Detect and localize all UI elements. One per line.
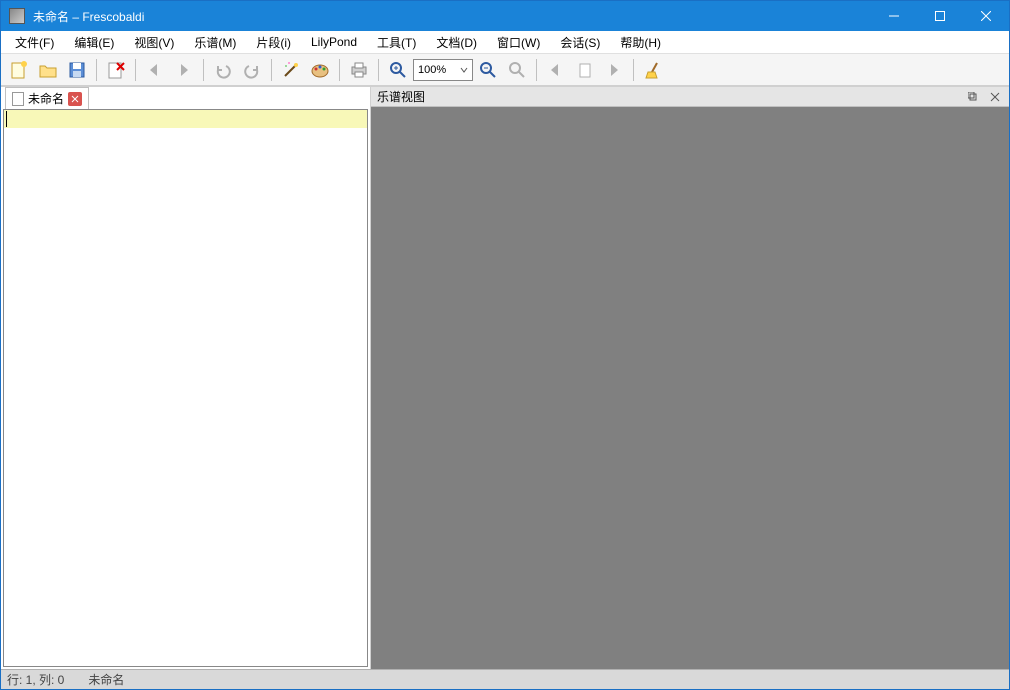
close-icon <box>71 95 79 103</box>
app-window: 未命名 – Frescobaldi 文件(F) 编辑(E) 视图(V) 乐谱(M… <box>0 0 1010 690</box>
open-button[interactable] <box>34 56 62 84</box>
undo-icon <box>214 61 232 79</box>
arrow-right-icon <box>605 61 623 79</box>
menu-session[interactable]: 会话(S) <box>550 31 610 54</box>
zoom-combo[interactable]: 100% <box>413 59 473 81</box>
undo-button[interactable] <box>209 56 237 84</box>
tab-close-button[interactable] <box>68 92 82 106</box>
page-icon <box>576 61 594 79</box>
arrow-right-icon <box>175 61 193 79</box>
open-folder-icon <box>38 60 58 80</box>
app-icon <box>9 8 25 24</box>
close-pane-button[interactable] <box>987 89 1003 105</box>
magnifier-icon <box>507 60 527 80</box>
text-cursor <box>6 111 7 127</box>
maximize-icon <box>935 11 945 21</box>
redo-icon <box>243 61 261 79</box>
engrave-button[interactable] <box>306 56 334 84</box>
separator <box>135 59 136 81</box>
minimize-button[interactable] <box>871 1 917 31</box>
new-button[interactable] <box>5 56 33 84</box>
arrow-left-icon <box>547 61 565 79</box>
close-icon <box>990 92 1000 102</box>
close-doc-button[interactable] <box>102 56 130 84</box>
menu-document[interactable]: 文档(D) <box>426 31 487 54</box>
zoom-in-icon <box>388 60 408 80</box>
palette-icon <box>310 60 330 80</box>
redo-button[interactable] <box>238 56 266 84</box>
menu-snippet[interactable]: 片段(i) <box>246 31 301 54</box>
undock-button[interactable] <box>965 89 981 105</box>
score-pane-header: 乐谱视图 <box>371 87 1009 107</box>
wand-icon <box>281 60 301 80</box>
close-doc-icon <box>106 60 126 80</box>
document-icon <box>12 92 24 106</box>
clear-button[interactable] <box>639 56 667 84</box>
tab-label: 未命名 <box>28 90 64 107</box>
menu-view[interactable]: 视图(V) <box>124 31 184 54</box>
page-nav-button[interactable] <box>571 56 599 84</box>
save-button[interactable] <box>63 56 91 84</box>
minimize-icon <box>889 11 899 21</box>
maximize-button[interactable] <box>917 1 963 31</box>
window-controls <box>871 1 1009 31</box>
score-pane: 乐谱视图 <box>371 87 1009 669</box>
zoom-value: 100% <box>418 64 446 76</box>
editor-pane: 未命名 <box>1 87 371 669</box>
broom-icon <box>643 60 663 80</box>
menu-file[interactable]: 文件(F) <box>5 31 64 54</box>
separator <box>203 59 204 81</box>
separator <box>633 59 634 81</box>
zoom-out-icon <box>478 60 498 80</box>
separator <box>339 59 340 81</box>
titlebar[interactable]: 未命名 – Frescobaldi <box>1 1 1009 31</box>
score-view[interactable] <box>371 107 1009 669</box>
editor-tab[interactable]: 未命名 <box>5 87 89 109</box>
zoom-in-button[interactable] <box>384 56 412 84</box>
zoom-out-button[interactable] <box>474 56 502 84</box>
forward-button[interactable] <box>170 56 198 84</box>
menu-window[interactable]: 窗口(W) <box>487 31 550 54</box>
wizard-button[interactable] <box>277 56 305 84</box>
menu-score[interactable]: 乐谱(M) <box>184 31 246 54</box>
chevron-down-icon <box>460 66 468 74</box>
status-docname: 未命名 <box>88 671 124 688</box>
undock-icon <box>968 92 978 102</box>
zoom-fit-button[interactable] <box>503 56 531 84</box>
score-pane-title: 乐谱视图 <box>377 88 425 105</box>
new-file-icon <box>9 60 29 80</box>
content-area: 未命名 乐谱视图 <box>1 86 1009 669</box>
back-button[interactable] <box>141 56 169 84</box>
menubar: 文件(F) 编辑(E) 视图(V) 乐谱(M) 片段(i) LilyPond 工… <box>1 31 1009 54</box>
arrow-left-icon <box>146 61 164 79</box>
statusbar: 行: 1, 列: 0 未命名 <box>1 669 1009 689</box>
print-icon <box>349 60 369 80</box>
cursor-position: 行: 1, 列: 0 <box>7 671 64 688</box>
menu-tools[interactable]: 工具(T) <box>367 31 426 54</box>
menu-help[interactable]: 帮助(H) <box>610 31 671 54</box>
menu-lilypond[interactable]: LilyPond <box>301 32 367 52</box>
text-editor[interactable] <box>3 109 368 667</box>
separator <box>96 59 97 81</box>
window-title: 未命名 – Frescobaldi <box>33 8 871 25</box>
print-button[interactable] <box>345 56 373 84</box>
current-line-highlight <box>4 110 367 128</box>
separator <box>536 59 537 81</box>
prev-page-button[interactable] <box>542 56 570 84</box>
menu-edit[interactable]: 编辑(E) <box>64 31 124 54</box>
separator <box>378 59 379 81</box>
next-page-button[interactable] <box>600 56 628 84</box>
close-icon <box>981 11 991 21</box>
separator <box>271 59 272 81</box>
toolbar: 100% <box>1 54 1009 86</box>
editor-tabs: 未命名 <box>1 87 370 109</box>
close-button[interactable] <box>963 1 1009 31</box>
save-icon <box>67 60 87 80</box>
